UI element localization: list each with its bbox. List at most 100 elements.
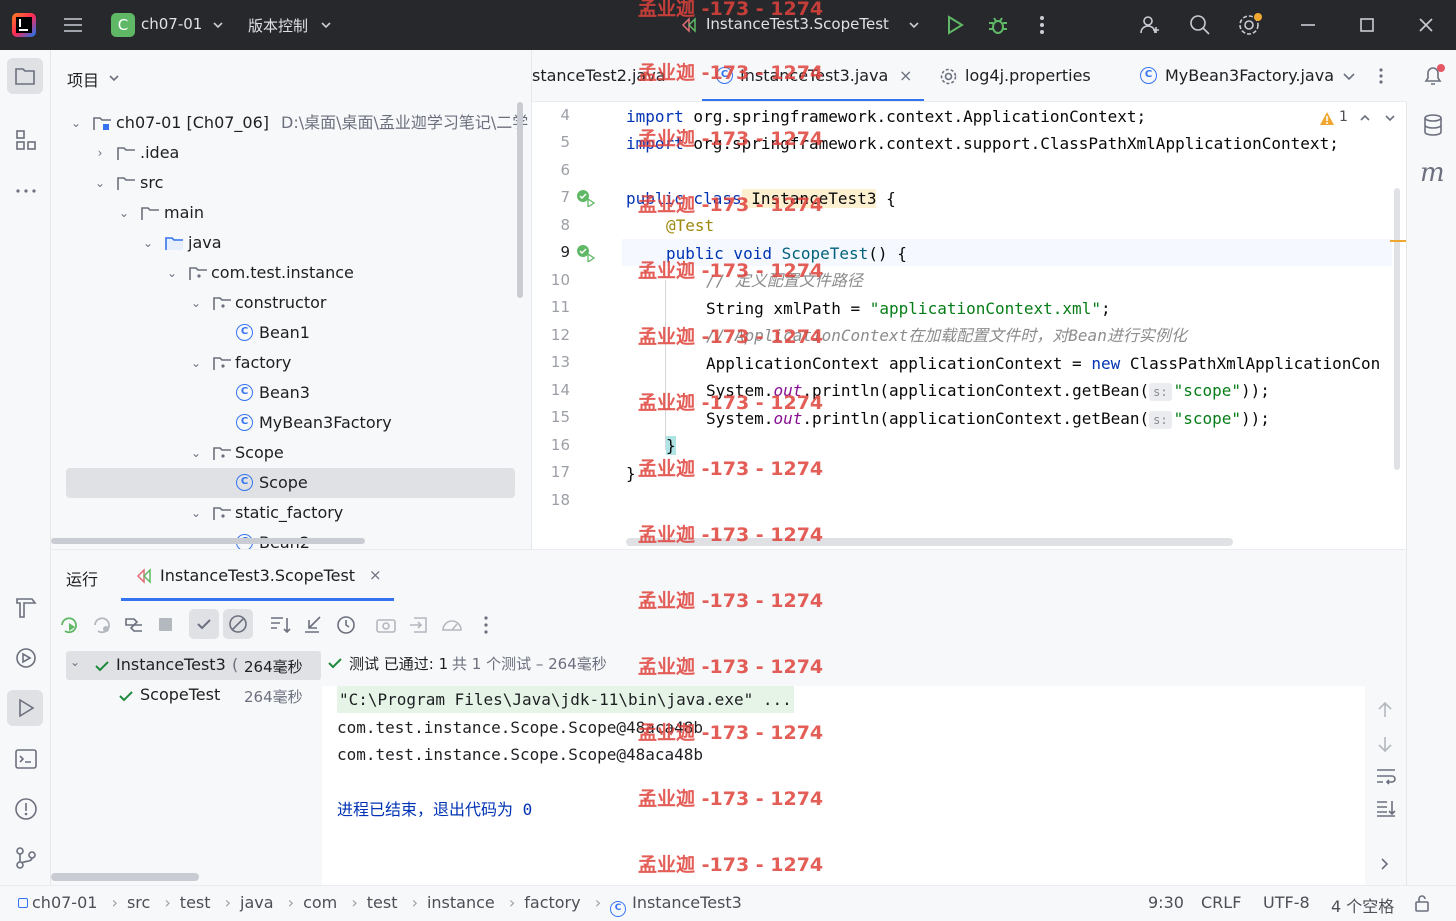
- scroll-to-end-icon[interactable]: [1375, 798, 1397, 818]
- horizontal-scrollbar[interactable]: [51, 538, 365, 544]
- caret-position[interactable]: 9:30: [1148, 893, 1184, 912]
- breadcrumb-item[interactable]: factory: [524, 893, 580, 912]
- arrow-up-icon[interactable]: [1375, 700, 1395, 720]
- minimize-icon[interactable]: [1300, 20, 1316, 30]
- run-config-selector[interactable]: InstanceTest3.ScopeTest: [706, 15, 889, 33]
- chevron-down-icon[interactable]: ⌄: [165, 258, 179, 288]
- line-ending[interactable]: CRLF: [1201, 893, 1241, 912]
- breadcrumb-item[interactable]: com: [303, 893, 337, 912]
- tree-item-constructor[interactable]: ⌄ constructor: [51, 288, 530, 318]
- tree-item-factory[interactable]: ⌄ factory: [51, 348, 530, 378]
- tree-item-root[interactable]: ⌄ ch07-01 [Ch07_06] D:\桌面\桌面\孟业迦学习笔记\二学: [51, 108, 530, 138]
- breadcrumb-item[interactable]: ch07-01: [32, 893, 97, 912]
- rerun-failed-icon[interactable]: [87, 610, 117, 640]
- search-icon[interactable]: [1189, 14, 1211, 36]
- project-badge[interactable]: C: [111, 13, 135, 37]
- code-line-12[interactable]: // ApplicationContext在加载配置文件时，对Bean进行实例化: [706, 322, 1187, 349]
- camera-icon[interactable]: [371, 610, 401, 640]
- chevron-down-icon[interactable]: ⌄: [93, 168, 107, 198]
- code-line-16[interactable]: }: [666, 432, 676, 459]
- tree-item-package[interactable]: ⌄ com.test.instance: [51, 258, 530, 288]
- structure-icon[interactable]: [15, 129, 37, 151]
- indent-setting[interactable]: 4 个空格: [1331, 893, 1394, 917]
- tab-instancetest2[interactable]: stanceTest2.java: [532, 50, 666, 101]
- chevron-down-icon[interactable]: ⌄: [117, 198, 131, 228]
- code-line-7[interactable]: public class InstanceTest3 {: [626, 185, 896, 212]
- chevron-down-icon[interactable]: ⌄: [70, 655, 80, 669]
- chevron-down-icon[interactable]: ⌄: [189, 498, 203, 528]
- main-menu-icon[interactable]: [62, 14, 84, 36]
- run-icon[interactable]: [945, 15, 965, 35]
- vertical-scrollbar[interactable]: [517, 102, 523, 298]
- run-tool-button[interactable]: [7, 690, 43, 726]
- toggle-auto-test-icon[interactable]: [119, 610, 149, 640]
- chevron-down-icon[interactable]: [108, 72, 120, 84]
- coverage-icon[interactable]: [437, 610, 467, 640]
- chevron-down-icon[interactable]: ⌄: [69, 108, 83, 138]
- project-panel-title[interactable]: 项目: [67, 67, 99, 91]
- run-test-gutter-icon[interactable]: [576, 189, 596, 207]
- tree-item-scope-class[interactable]: C Scope: [66, 468, 515, 498]
- arrow-down-icon[interactable]: [1375, 734, 1395, 754]
- editor-vertical-scrollbar[interactable]: [1394, 188, 1400, 470]
- stop-icon[interactable]: [151, 610, 181, 640]
- import-icon[interactable]: [405, 610, 435, 640]
- file-encoding[interactable]: UTF-8: [1263, 893, 1310, 912]
- ide-logo[interactable]: [12, 13, 36, 37]
- more-tabs-icon[interactable]: [1374, 66, 1388, 86]
- breadcrumb-item[interactable]: test: [180, 893, 211, 912]
- code-line-13[interactable]: ApplicationContext applicationContext = …: [706, 350, 1406, 377]
- code-line-11[interactable]: String xmlPath = "applicationContext.xml…: [706, 295, 1111, 322]
- breadcrumb-item[interactable]: InstanceTest3: [632, 893, 742, 912]
- chevron-down-icon[interactable]: [320, 19, 332, 31]
- chevron-right-icon[interactable]: ›: [93, 138, 107, 168]
- chevron-down-icon[interactable]: [1342, 70, 1356, 84]
- notifications-icon[interactable]: [1421, 63, 1447, 89]
- chevron-right-icon[interactable]: [1379, 857, 1391, 871]
- breadcrumb-item[interactable]: instance: [427, 893, 495, 912]
- project-tool-button[interactable]: [7, 58, 43, 94]
- services-icon[interactable]: [14, 646, 38, 670]
- close-icon[interactable]: ×: [369, 566, 382, 584]
- problems-icon[interactable]: [14, 797, 38, 821]
- close-window-icon[interactable]: [1418, 17, 1434, 33]
- chevron-down-icon[interactable]: ⌄: [189, 288, 203, 318]
- rerun-icon[interactable]: [54, 610, 84, 640]
- code-line-8[interactable]: @Test: [666, 212, 714, 239]
- tree-item-bean1[interactable]: C Bean1: [51, 318, 530, 348]
- tree-item-mybean3factory[interactable]: C MyBean3Factory: [51, 408, 530, 438]
- build-icon[interactable]: [14, 596, 38, 620]
- terminal-icon[interactable]: [14, 747, 38, 771]
- code-line-10[interactable]: // 定义配置文件路径: [706, 267, 863, 294]
- warning-icon[interactable]: [1319, 111, 1335, 126]
- tree-item-static-factory[interactable]: ⌄ static_factory: [51, 498, 530, 528]
- tree-item-idea[interactable]: › .idea: [51, 138, 530, 168]
- code-line-4[interactable]: import org.springframework.context.Appli…: [626, 103, 1146, 130]
- maximize-icon[interactable]: [1359, 17, 1375, 33]
- test-tree-hscrollbar[interactable]: [51, 873, 199, 881]
- sort-icon[interactable]: [266, 610, 296, 640]
- run-test-gutter-icon[interactable]: [576, 244, 596, 262]
- chevron-up-icon[interactable]: [1359, 112, 1371, 124]
- tree-item-bean3[interactable]: C Bean3: [51, 378, 530, 408]
- breadcrumb-item[interactable]: java: [240, 893, 274, 912]
- test-tree-child[interactable]: ScopeTest 264毫秒: [66, 681, 321, 710]
- collapse-icon[interactable]: [299, 610, 329, 640]
- run-tab[interactable]: InstanceTest3.ScopeTest ×: [121, 550, 394, 601]
- chevron-down-icon[interactable]: [212, 19, 224, 31]
- chevron-down-icon[interactable]: ⌄: [141, 228, 155, 258]
- close-icon[interactable]: ×: [899, 50, 912, 101]
- tab-instancetest3[interactable]: C InstanceTest3.java ×: [702, 50, 924, 101]
- more-tools-icon[interactable]: [15, 180, 37, 202]
- code-line-17[interactable]: }: [626, 460, 636, 487]
- vcs-menu[interactable]: 版本控制: [248, 15, 308, 36]
- show-ignored-toggle[interactable]: [223, 609, 253, 639]
- lock-icon[interactable]: [1413, 894, 1431, 912]
- tree-item-src[interactable]: ⌄ src: [51, 168, 530, 198]
- maven-icon[interactable]: m: [1420, 158, 1445, 188]
- history-icon[interactable]: [331, 610, 361, 640]
- test-tree-root[interactable]: ⌄ InstanceTest3 ( 264毫秒: [66, 651, 321, 680]
- chevron-down-icon[interactable]: [1384, 112, 1396, 124]
- git-icon[interactable]: [14, 846, 38, 870]
- settings-icon[interactable]: [1238, 13, 1264, 37]
